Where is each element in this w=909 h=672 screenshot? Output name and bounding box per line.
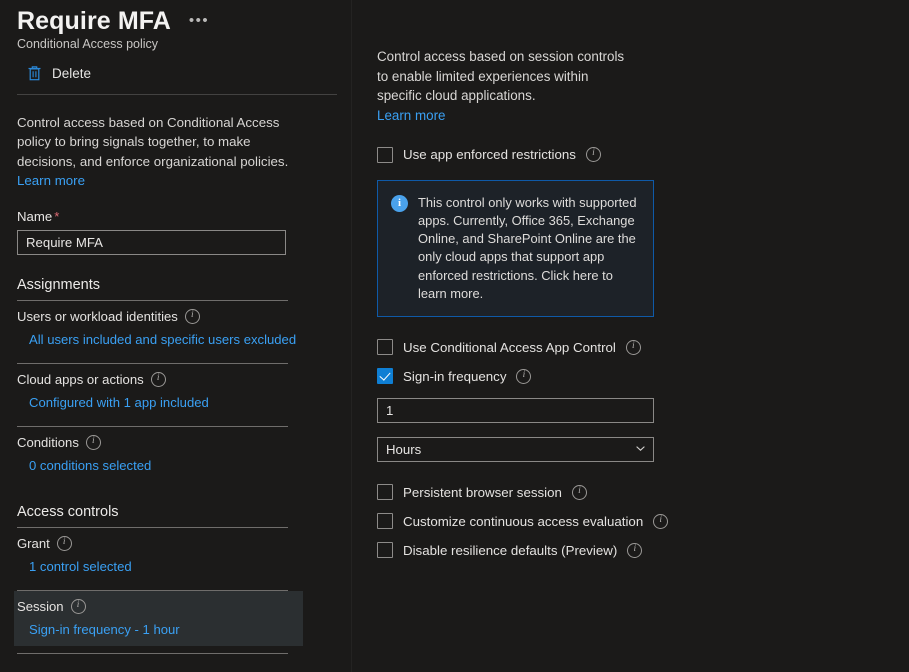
assignment-value: Configured with 1 app included: [29, 395, 334, 410]
access-control-value-link[interactable]: Sign-in frequency - 1 hour: [29, 622, 180, 637]
page-subtitle: Conditional Access policy: [17, 37, 159, 51]
disable-resilience-defaults-checkbox[interactable]: [377, 542, 393, 559]
info-icon[interactable]: [184, 309, 200, 325]
info-icon[interactable]: [653, 513, 669, 529]
assignment-label-text: Users or workload identities: [17, 309, 178, 325]
info-icon[interactable]: [516, 368, 532, 384]
name-label-text: Name: [17, 209, 53, 225]
app-enforced-info-box: This control only works with supported a…: [377, 179, 654, 318]
signin-frequency-label: Sign-in frequency: [403, 368, 507, 384]
policy-detail-panel: Require MFA ••• Conditional Access polic…: [0, 0, 352, 672]
persistent-browser-session-checkbox[interactable]: [377, 484, 393, 501]
access-controls-heading: Access controls: [17, 504, 119, 521]
assignment-label: Conditions: [17, 435, 334, 451]
info-icon[interactable]: [56, 536, 72, 552]
access-controls-bottom-divider: [17, 653, 288, 655]
access-control-value: Sign-in frequency - 1 hour: [29, 622, 303, 637]
app-enforced-restrictions-label: Use app enforced restrictions: [403, 147, 576, 162]
page-title: Require MFA: [17, 7, 171, 35]
assignment-row-users[interactable]: Users or workload identities All users i…: [17, 301, 334, 356]
signin-frequency-unit-value[interactable]: Hours: [377, 437, 654, 463]
signin-frequency-value-input[interactable]: [377, 398, 654, 424]
access-control-label: Session: [17, 599, 303, 615]
session-description: Control access based on session controls…: [377, 49, 625, 103]
session-controls-panel: Control access based on session controls…: [352, 0, 909, 672]
info-icon[interactable]: [627, 542, 643, 558]
delete-label: Delete: [52, 65, 92, 81]
session-learn-more-link[interactable]: Learn more: [377, 106, 909, 125]
assignment-label: Cloud apps or actions: [17, 372, 334, 388]
additional-session-options: Persistent browser session Customize con…: [377, 484, 909, 559]
required-indicator: *: [54, 209, 60, 225]
ca-app-control-row[interactable]: Use Conditional Access App Control: [377, 339, 909, 356]
command-bar: Delete: [0, 51, 351, 81]
app-enforced-restrictions-row[interactable]: Use app enforced restrictions: [377, 146, 909, 163]
continuous-access-evaluation-checkbox[interactable]: [377, 513, 393, 530]
header-divider: [17, 94, 337, 95]
name-input[interactable]: [17, 230, 286, 256]
disable-resilience-defaults-row[interactable]: Disable resilience defaults (Preview): [377, 542, 909, 559]
assignment-label-text: Conditions: [17, 435, 79, 451]
persistent-browser-session-label: Persistent browser session: [403, 484, 562, 500]
info-box-text: This control only works with supported a…: [418, 194, 637, 301]
overflow-menu-icon[interactable]: •••: [189, 13, 209, 28]
assignment-value: All users included and specific users ex…: [29, 332, 334, 347]
access-control-row-session[interactable]: Session Sign-in frequency - 1 hour: [14, 591, 303, 647]
assignment-value-link[interactable]: 0 conditions selected: [29, 458, 151, 473]
assignment-value-link[interactable]: All users included and specific users ex…: [29, 332, 296, 347]
signin-frequency-checkbox[interactable]: [377, 368, 393, 385]
assignment-row-conditions[interactable]: Conditions 0 conditions selected: [17, 427, 334, 482]
ca-app-control-checkbox[interactable]: [377, 339, 393, 356]
assignment-value: 0 conditions selected: [29, 458, 334, 473]
info-icon[interactable]: [585, 147, 601, 162]
signin-frequency-unit-text: Hours: [386, 442, 422, 458]
delete-button[interactable]: Delete: [27, 65, 91, 81]
assignment-label-text: Cloud apps or actions: [17, 372, 144, 388]
conditional-access-policy-screen: Require MFA ••• Conditional Access polic…: [0, 0, 909, 672]
info-icon[interactable]: [150, 372, 166, 388]
access-control-row-grant[interactable]: Grant 1 control selected: [17, 528, 334, 583]
assignment-row-cloud-apps[interactable]: Cloud apps or actions Configured with 1 …: [17, 364, 334, 419]
info-icon[interactable]: [70, 599, 86, 615]
ca-app-control-label: Use Conditional Access App Control: [403, 339, 616, 355]
panel-header: Require MFA •••: [0, 0, 351, 36]
info-icon[interactable]: [571, 484, 587, 500]
signin-frequency-unit-select[interactable]: Hours: [377, 437, 654, 463]
assignment-label: Users or workload identities: [17, 309, 334, 325]
signin-frequency-row[interactable]: Sign-in frequency: [377, 368, 909, 385]
access-control-label: Grant: [17, 536, 334, 552]
policy-description: Control access based on Conditional Acce…: [17, 115, 289, 169]
access-control-value: 1 control selected: [29, 559, 334, 574]
name-field-label: Name *: [17, 209, 334, 224]
continuous-access-evaluation-row[interactable]: Customize continuous access evaluation: [377, 513, 909, 530]
policy-form: Control access based on Conditional Acce…: [0, 113, 351, 655]
policy-learn-more-link[interactable]: Learn more: [17, 171, 334, 190]
persistent-browser-session-row[interactable]: Persistent browser session: [377, 484, 909, 501]
access-control-label-text: Grant: [17, 536, 50, 552]
continuous-access-evaluation-label: Customize continuous access evaluation: [403, 513, 644, 529]
assignments-heading: Assignments: [17, 277, 101, 294]
trash-icon: [27, 65, 42, 81]
info-icon[interactable]: [625, 339, 641, 355]
info-icon[interactable]: [85, 435, 101, 451]
access-control-value-link[interactable]: 1 control selected: [29, 559, 132, 574]
disable-resilience-defaults-label: Disable resilience defaults (Preview): [403, 542, 618, 558]
info-circle-icon: [391, 194, 408, 212]
app-enforced-restrictions-checkbox[interactable]: [377, 146, 393, 163]
assignment-value-link[interactable]: Configured with 1 app included: [29, 395, 209, 410]
access-control-label-text: Session: [17, 599, 64, 615]
